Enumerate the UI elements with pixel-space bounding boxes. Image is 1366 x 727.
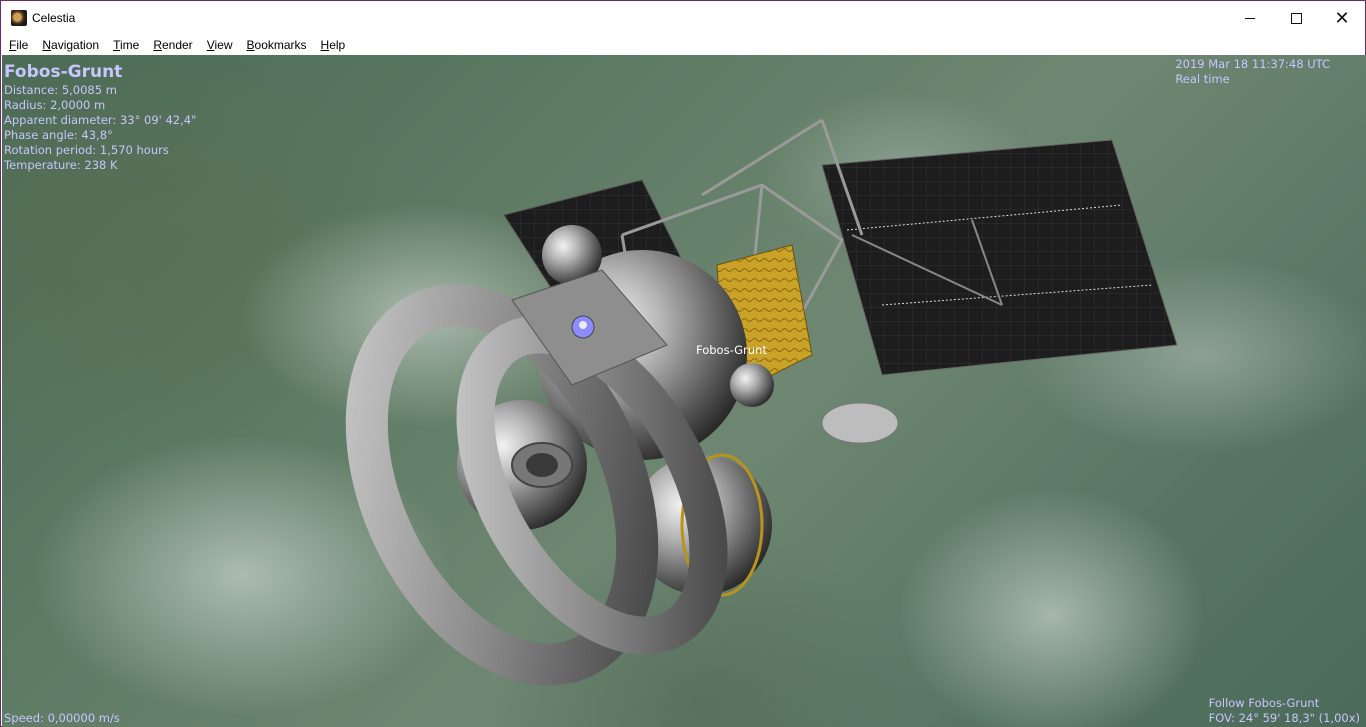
temperature-readout: Temperature: 238 K xyxy=(4,158,118,172)
distance-readout: Distance: 5,0085 m xyxy=(4,83,117,97)
title-bar[interactable]: Celestia ✕ xyxy=(1,1,1365,35)
time-panel: 2019 Mar 18 11:37:48 UTC Real time xyxy=(1175,57,1330,87)
datetime-readout: 2019 Mar 18 11:37:48 UTC xyxy=(1175,57,1330,71)
time-mode: Real time xyxy=(1175,72,1230,86)
close-icon: ✕ xyxy=(1334,8,1350,28)
celestia-window: Celestia ✕ File Navigation Time Render V… xyxy=(0,0,1366,727)
menu-render[interactable]: Render xyxy=(145,35,198,55)
radius-readout: Radius: 2,0000 m xyxy=(4,98,106,112)
camera-status-panel: Follow Fobos-Grunt FOV: 24° 59' 18,3" (1… xyxy=(1209,696,1360,726)
menu-bar: File Navigation Time Render View Bookmar… xyxy=(1,35,1365,55)
close-button[interactable]: ✕ xyxy=(1319,1,1365,35)
minimize-button[interactable] xyxy=(1227,1,1273,35)
fobos-grunt-spacecraft xyxy=(345,118,1178,686)
menu-file[interactable]: File xyxy=(1,35,34,55)
minimize-icon xyxy=(1245,17,1255,19)
solar-panel-right xyxy=(821,139,1178,376)
phase-angle-readout: Phase angle: 43,8° xyxy=(4,128,113,142)
menu-bookmarks[interactable]: Bookmarks xyxy=(239,35,313,55)
maximize-icon xyxy=(1290,12,1302,24)
celestia-app-icon xyxy=(11,10,27,26)
dish-antenna xyxy=(821,402,899,444)
render-viewport[interactable]: Fobos-Grunt Distance: 5,0085 m Radius: 2… xyxy=(2,55,1366,727)
speed-readout: Speed: 0,00000 m/s xyxy=(4,711,120,725)
maximize-button[interactable] xyxy=(1273,1,1319,35)
object-label[interactable]: Fobos-Grunt xyxy=(696,343,767,357)
rotation-period-readout: Rotation period: 1,570 hours xyxy=(4,143,169,157)
menu-help[interactable]: Help xyxy=(313,35,352,55)
fov-readout: FOV: 24° 59' 18,3" (1,00x) xyxy=(1208,711,1360,725)
object-info-panel: Fobos-Grunt Distance: 5,0085 m Radius: 2… xyxy=(4,61,196,173)
menu-time[interactable]: Time xyxy=(105,35,145,55)
apparent-diameter-readout: Apparent diameter: 33° 09' 42,4" xyxy=(4,113,197,127)
follow-status: Follow Fobos-Grunt xyxy=(1208,696,1320,710)
menu-view[interactable]: View xyxy=(199,35,239,55)
window-title: Celestia xyxy=(32,11,76,25)
object-name: Fobos-Grunt xyxy=(4,62,123,82)
menu-navigation[interactable]: Navigation xyxy=(34,35,105,55)
